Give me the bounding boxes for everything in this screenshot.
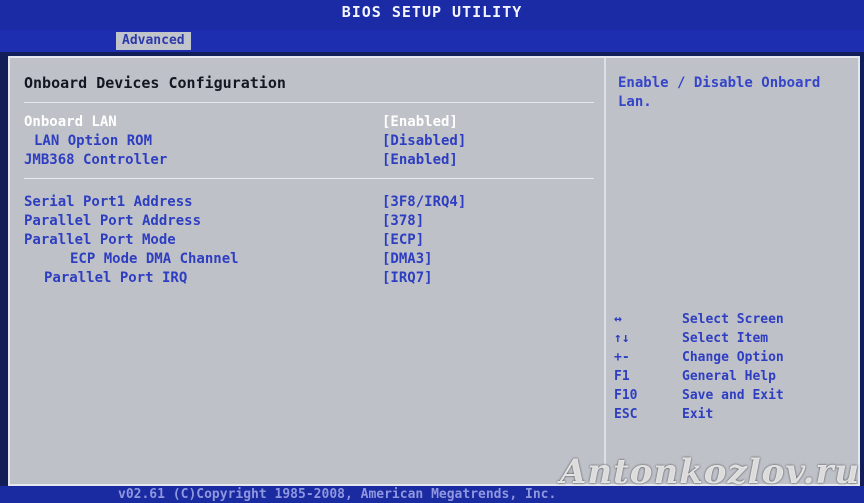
option-value[interactable]: [378] [382, 213, 424, 229]
option-label: Parallel Port Address [24, 213, 202, 229]
key-description: Save and Exit [682, 388, 784, 403]
key-description: Select Item [682, 331, 769, 346]
key-row: ↑↓ Select Item [614, 331, 850, 350]
option-parallel-port-irq[interactable]: Parallel Port IRQ [IRQ7] [44, 270, 433, 286]
option-label: LAN Option ROM [34, 133, 153, 149]
key-row: ESC Exit [614, 407, 850, 426]
option-value[interactable]: [IRQ7] [382, 270, 433, 286]
option-jmb368-controller[interactable]: JMB368 Controller [Enabled] [24, 152, 458, 168]
divider [24, 102, 594, 103]
copyright-text: v02.61 (C)Copyright 1985-2008, American … [118, 487, 557, 502]
option-label: Parallel Port Mode [24, 232, 176, 248]
key-row: F10 Save and Exit [614, 388, 850, 407]
key-row: ↔ Select Screen [614, 312, 850, 331]
option-value[interactable]: [3F8/IRQ4] [382, 194, 466, 210]
tab-advanced[interactable]: Advanced [116, 32, 191, 50]
option-value[interactable]: [ECP] [382, 232, 424, 248]
option-value[interactable]: [Enabled] [382, 114, 458, 130]
option-label: Onboard LAN [24, 114, 117, 130]
key-row: +- Change Option [614, 350, 850, 369]
key-arrows-lr: ↔ [614, 312, 622, 327]
key-plus-minus: +- [614, 350, 630, 365]
settings-panel: Onboard Devices Configuration Onboard LA… [8, 56, 860, 486]
option-label: ECP Mode DMA Channel [70, 251, 239, 267]
key-row: F1 General Help [614, 369, 850, 388]
option-label: Serial Port1 Address [24, 194, 193, 210]
option-label: JMB368 Controller [24, 152, 168, 168]
key-f10: F10 [614, 388, 638, 403]
option-value[interactable]: [Disabled] [382, 133, 466, 149]
divider [24, 178, 594, 179]
key-f1: F1 [614, 369, 630, 384]
watermark-logo: Antonkozlov.ru [560, 452, 861, 492]
tab-strip: Advanced [0, 30, 864, 52]
key-description: Change Option [682, 350, 784, 365]
bios-screen: BIOS SETUP UTILITY Advanced Onboard Devi… [0, 0, 864, 503]
window-title: BIOS SETUP UTILITY [0, 0, 864, 30]
options-pane: Onboard Devices Configuration Onboard LA… [10, 58, 606, 484]
option-value[interactable]: [DMA3] [382, 251, 433, 267]
help-pane: Enable / Disable Onboard Lan. ↔ Select S… [606, 58, 858, 484]
option-serial-port1-address[interactable]: Serial Port1 Address [3F8/IRQ4] [24, 194, 466, 210]
option-lan-option-rom[interactable]: LAN Option ROM [Disabled] [34, 133, 466, 149]
option-ecp-mode-dma-channel[interactable]: ECP Mode DMA Channel [DMA3] [70, 251, 433, 267]
key-description: Exit [682, 407, 714, 422]
section-title: Onboard Devices Configuration [24, 74, 286, 92]
key-legend: ↔ Select Screen ↑↓ Select Item +- Change… [614, 312, 850, 426]
key-description: General Help [682, 369, 776, 384]
option-parallel-port-mode[interactable]: Parallel Port Mode [ECP] [24, 232, 424, 248]
key-esc: ESC [614, 407, 638, 422]
key-description: Select Screen [682, 312, 784, 327]
key-arrows-ud: ↑↓ [614, 331, 630, 346]
option-value[interactable]: [Enabled] [382, 152, 458, 168]
option-parallel-port-address[interactable]: Parallel Port Address [378] [24, 213, 424, 229]
option-label: Parallel Port IRQ [44, 270, 188, 286]
option-onboard-lan[interactable]: Onboard LAN [Enabled] [24, 114, 458, 130]
help-text: Enable / Disable Onboard Lan. [618, 75, 821, 110]
